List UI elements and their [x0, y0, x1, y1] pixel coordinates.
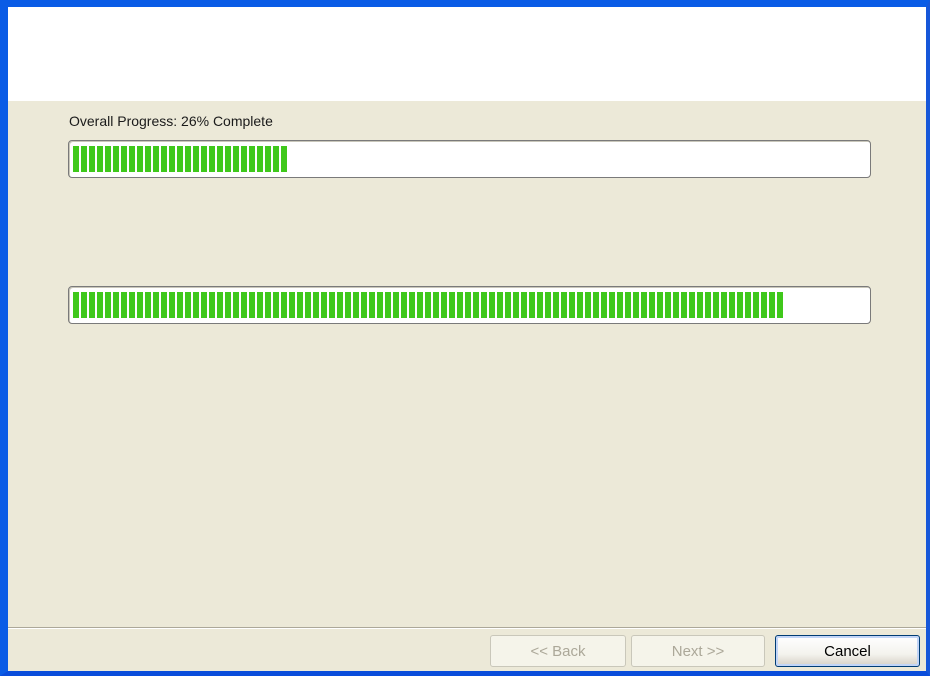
- current-progress-bar: [68, 286, 871, 324]
- overall-progress-bar: [68, 140, 871, 178]
- overall-progress-fill: [73, 146, 287, 172]
- overall-progress-label: Overall Progress: 26% Complete: [69, 113, 273, 129]
- cancel-button[interactable]: Cancel: [775, 635, 920, 667]
- installer-window: Overall Progress: 26% Complete << Back N…: [0, 0, 930, 676]
- next-button[interactable]: Next >>: [631, 635, 765, 667]
- wizard-header: [8, 7, 926, 101]
- footer-divider: [8, 627, 926, 629]
- back-button[interactable]: << Back: [490, 635, 626, 667]
- current-progress-fill: [73, 292, 783, 318]
- wizard-content: [8, 101, 926, 627]
